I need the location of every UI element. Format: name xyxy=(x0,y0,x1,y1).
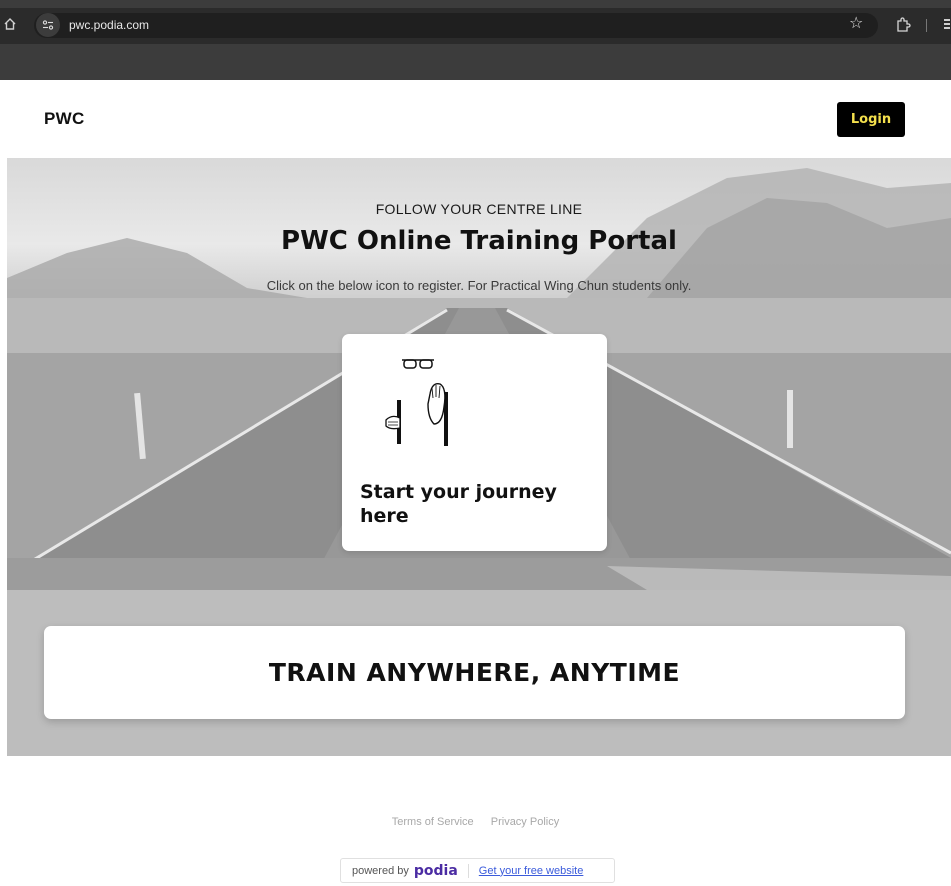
home-icon[interactable] xyxy=(3,17,17,31)
podia-logo[interactable]: podia xyxy=(414,863,458,879)
get-free-website-link[interactable]: Get your free website xyxy=(479,865,584,877)
brand-logo[interactable]: PWC xyxy=(44,109,85,129)
terms-of-service-link[interactable]: Terms of Service xyxy=(392,816,474,828)
tagline-text: TRAIN ANYWHERE, ANYTIME xyxy=(268,658,681,687)
bookmark-star-icon[interactable]: ☆ xyxy=(849,15,863,33)
start-journey-card[interactable]: Start your journey here xyxy=(342,334,607,551)
footer-links: Terms of Service Privacy Policy xyxy=(0,816,951,828)
powered-by-text: powered by xyxy=(352,864,409,877)
site-info-icon[interactable] xyxy=(36,13,60,37)
tagline-card: TRAIN ANYWHERE, ANYTIME xyxy=(44,626,905,719)
powered-by-podia-badge[interactable]: powered by podia Get your free website xyxy=(340,858,615,883)
address-bar[interactable] xyxy=(34,13,878,38)
menu-icon[interactable] xyxy=(944,17,951,31)
hero-section: FOLLOW YOUR CENTRE LINE PWC Online Train… xyxy=(7,158,951,590)
site-header: PWC Login xyxy=(0,80,951,158)
start-journey-title[interactable]: Start your journey here xyxy=(360,480,590,528)
browser-chrome: pwc.podia.com ☆ xyxy=(0,0,951,80)
privacy-policy-link[interactable]: Privacy Policy xyxy=(491,816,559,828)
badge-divider xyxy=(467,863,469,878)
extensions-icon[interactable] xyxy=(895,17,911,33)
hero-eyebrow: FOLLOW YOUR CENTRE LINE xyxy=(375,201,583,217)
glasses-and-hands-icon xyxy=(385,359,448,446)
toolbar-separator xyxy=(926,19,927,32)
tagline-section: TRAIN ANYWHERE, ANYTIME xyxy=(7,590,951,756)
url-text[interactable]: pwc.podia.com xyxy=(69,17,149,33)
hero-title: PWC Online Training Portal xyxy=(281,226,677,256)
hero-subtitle: Click on the below icon to register. For… xyxy=(266,278,692,293)
login-button[interactable]: Login xyxy=(837,102,905,137)
